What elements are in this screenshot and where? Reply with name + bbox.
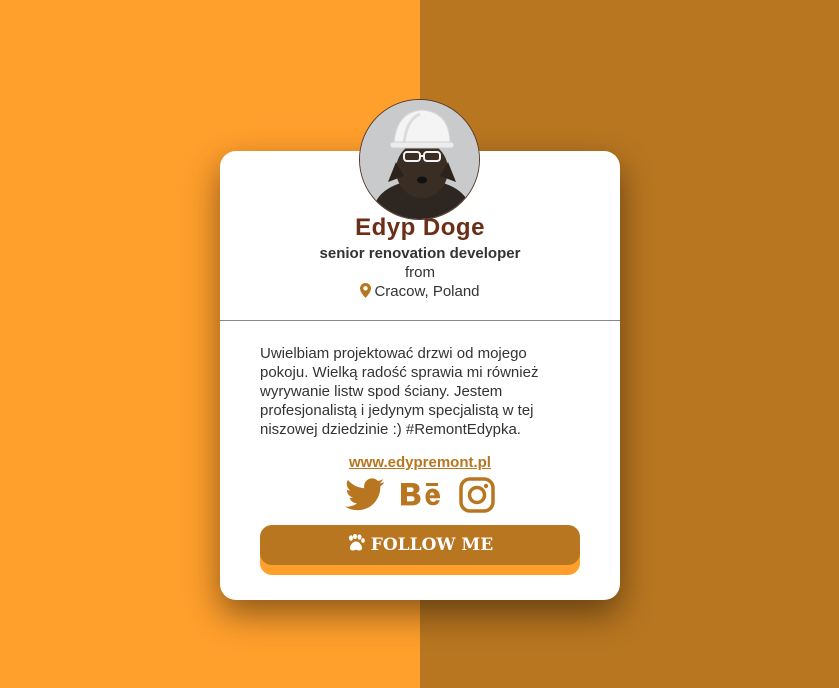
follow-button[interactable]: FOLLOW ME bbox=[260, 525, 580, 565]
avatar bbox=[359, 99, 480, 220]
location-text: Cracow, Poland bbox=[374, 283, 480, 300]
bio-text: Uwielbiam projektować drzwi od mojego po… bbox=[260, 345, 539, 438]
dog-with-hardhat-avatar-icon bbox=[360, 100, 479, 219]
profile-role: senior renovation developer bbox=[319, 245, 521, 262]
twitter-icon[interactable] bbox=[345, 477, 385, 513]
behance-icon[interactable] bbox=[399, 477, 445, 513]
instagram-icon[interactable] bbox=[459, 477, 495, 513]
divider bbox=[220, 320, 620, 321]
from-label: from bbox=[405, 264, 435, 281]
social-links bbox=[220, 477, 620, 513]
location: Cracow, Poland bbox=[220, 283, 620, 302]
follow-button-label: FOLLOW ME bbox=[370, 535, 494, 555]
paw-icon bbox=[347, 533, 365, 556]
website-link[interactable]: www.edypremont.pl bbox=[220, 454, 620, 471]
map-pin-icon bbox=[360, 283, 372, 302]
